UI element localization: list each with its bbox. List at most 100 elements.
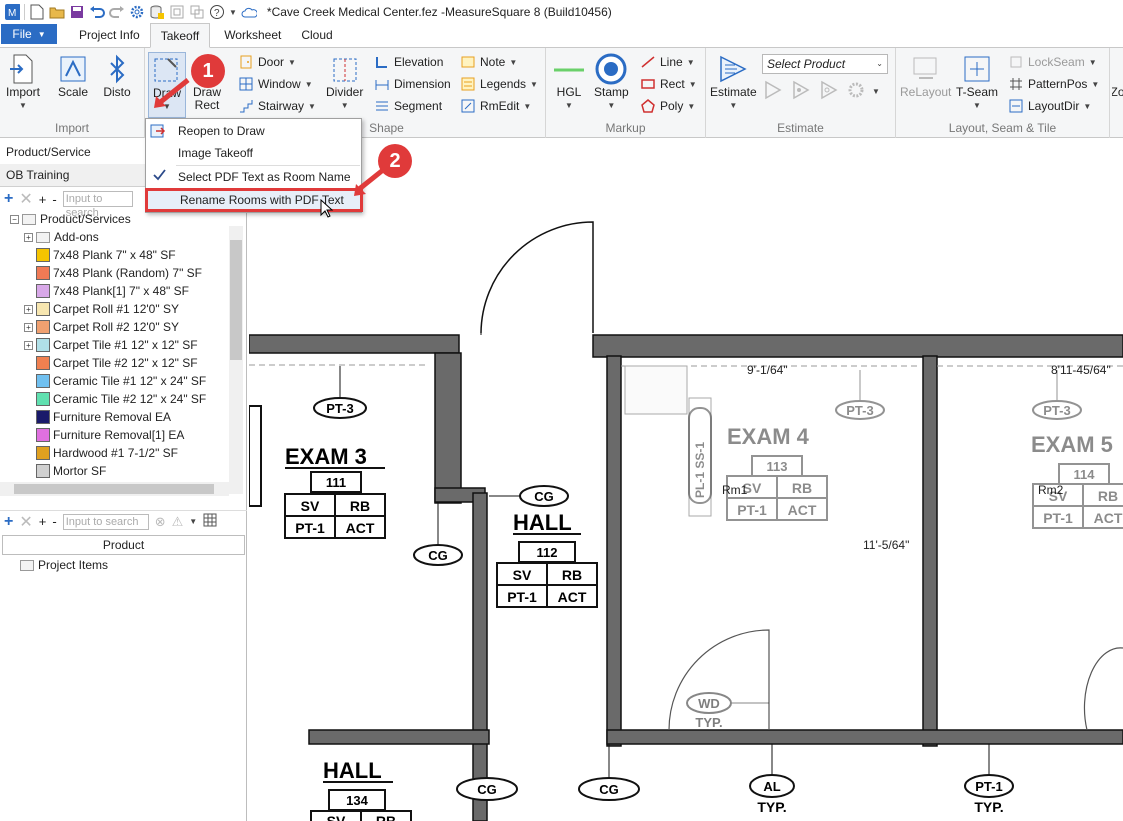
delete-icon[interactable]: ✕ — [19, 189, 32, 209]
door-button[interactable]: Door ▼ — [238, 52, 296, 72]
play-eye-icon[interactable] — [790, 80, 812, 103]
project-items-node[interactable]: Project Items — [20, 556, 108, 574]
expand-icon[interactable]: + — [24, 322, 33, 332]
line-button[interactable]: Line ▼ — [640, 52, 695, 72]
tree-item[interactable]: Carpet Tile #2 12" x 12" SF — [0, 354, 230, 372]
open-folder-icon[interactable] — [49, 4, 65, 20]
tab-cloud[interactable]: Cloud — [291, 23, 342, 47]
help-dropdown-icon[interactable]: ▼ — [229, 8, 237, 17]
scrollbar-thumb[interactable] — [14, 484, 214, 494]
database-icon[interactable] — [149, 4, 165, 20]
tree-item-label: Carpet Roll #1 12'0" SY — [53, 302, 179, 316]
tree-item[interactable]: 7x48 Plank[1] 7" x 48" SF — [0, 282, 230, 300]
import-button[interactable]: Import ▼ — [6, 52, 40, 112]
product-column-header[interactable]: Product — [2, 535, 245, 555]
stamp-icon — [594, 52, 628, 86]
collapse-icon[interactable]: − — [10, 214, 19, 224]
menu-item-select-pdf-text[interactable]: Select PDF Text as Room Name — [146, 166, 361, 188]
menu-item-image-takeoff[interactable]: Image Takeoff — [146, 142, 361, 164]
tree-item[interactable]: + Carpet Roll #2 12'0" SY — [0, 318, 230, 336]
note-button[interactable]: Note ▼ — [460, 52, 517, 72]
chevron-down-icon[interactable]: ▼ — [189, 517, 197, 526]
drawing-canvas[interactable]: 9'-1/64" 8'11-45/64" 11'-5/64" Rm1 Rm2 P… — [249, 138, 1123, 821]
collapse-icon[interactable]: - — [52, 514, 56, 529]
collapse-icon[interactable]: - — [52, 192, 56, 207]
rmedit-button[interactable]: RmEdit ▼ — [460, 96, 531, 116]
settings-gear-icon[interactable] — [846, 80, 866, 103]
select-product-dropdown[interactable]: Select Product ⌄ — [762, 54, 888, 74]
file-tab[interactable]: File ▼ — [1, 24, 57, 44]
tree-item[interactable]: Furniture Removal[1] EA — [0, 426, 230, 444]
clear-icon[interactable]: ⊗ — [155, 514, 166, 530]
tab-worksheet[interactable]: Worksheet — [214, 23, 291, 47]
tab-takeoff[interactable]: Takeoff — [149, 23, 211, 48]
estimate-button[interactable]: Estimate ▼ — [710, 52, 757, 112]
zoom-button[interactable]: Zo — [1112, 52, 1123, 99]
grid-icon[interactable] — [203, 513, 217, 530]
relayout-button[interactable]: ReLayout — [900, 52, 951, 99]
expand-icon[interactable]: + — [24, 340, 33, 350]
tree-item[interactable]: Hardwood #1 7-1/2" SF — [0, 444, 230, 462]
stamp-button[interactable]: Stamp ▼ — [594, 52, 629, 112]
hgl-button[interactable]: HGL ▼ — [552, 52, 586, 112]
stairway-button[interactable]: Stairway ▼ — [238, 96, 316, 116]
cloud-icon[interactable] — [241, 4, 257, 20]
tree-item[interactable]: 7x48 Plank (Random) 7" SF — [0, 264, 230, 282]
patternpos-button[interactable]: PatternPos ▼ — [1008, 74, 1099, 94]
poly-button[interactable]: Poly ▼ — [640, 96, 695, 116]
play-icon[interactable] — [762, 80, 784, 103]
tree-item[interactable]: 7x48 Plank 7" x 48" SF — [0, 246, 230, 264]
scrollbar-thumb[interactable] — [230, 240, 242, 360]
chevron-down-icon: ▼ — [288, 57, 296, 67]
window-button[interactable]: Window ▼ — [238, 74, 313, 94]
layoutdir-button[interactable]: LayoutDir ▼ — [1008, 96, 1091, 116]
expand-icon[interactable]: + — [24, 304, 33, 314]
frame-icon[interactable] — [169, 4, 185, 20]
tree-horizontal-scrollbar[interactable] — [0, 482, 229, 496]
expand-icon[interactable]: + — [39, 192, 47, 207]
scale-button[interactable]: Scale — [56, 52, 90, 99]
hgl-label: HGL — [556, 85, 582, 99]
tseam-button[interactable]: T-Seam ▼ — [956, 52, 998, 112]
help-icon[interactable]: ? — [209, 4, 225, 20]
elevation-button[interactable]: Elevation — [374, 52, 443, 72]
play-gear-icon[interactable] — [818, 80, 840, 103]
tree-search-input[interactable]: Input to search — [62, 191, 133, 219]
lockseam-button[interactable]: LockSeam ▼ — [1008, 52, 1097, 72]
warning-icon[interactable]: ⚠ — [172, 514, 184, 530]
tree-vertical-scrollbar[interactable] — [229, 226, 243, 494]
gear-icon[interactable] — [129, 4, 145, 20]
dimension-button[interactable]: Dimension — [374, 74, 451, 94]
tree-item[interactable]: + Carpet Roll #1 12'0" SY — [0, 300, 230, 318]
tree-item[interactable]: + Carpet Tile #1 12" x 12" SF — [0, 336, 230, 354]
add-icon[interactable]: + — [4, 513, 13, 531]
room-title: EXAM 4 — [727, 424, 810, 449]
tab-project-info[interactable]: Project Info — [69, 23, 150, 47]
chevron-down-icon[interactable]: ▼ — [872, 87, 880, 96]
rect-button[interactable]: Rect ▼ — [640, 74, 697, 94]
estimate-group: Estimate ▼ Select Product ⌄ ▼ Estimate — [706, 48, 896, 138]
menu-item-reopen-to-draw[interactable]: Reopen to Draw — [146, 120, 361, 142]
tag-text: CG — [428, 548, 448, 563]
redo-icon[interactable] — [109, 4, 125, 20]
disto-button[interactable]: Disto — [100, 52, 134, 99]
segment-button[interactable]: Segment — [374, 96, 442, 116]
tree-item[interactable]: Ceramic Tile #2 12" x 24" SF — [0, 390, 230, 408]
room-code: PT-1 — [295, 520, 325, 536]
add-icon[interactable]: + — [4, 190, 13, 208]
app-logo-icon[interactable]: M — [4, 4, 20, 20]
divider-button[interactable]: Divider ▼ — [326, 52, 363, 112]
expand-icon[interactable]: + — [39, 514, 47, 529]
legends-button[interactable]: Legends ▼ — [460, 74, 538, 94]
copy-icon[interactable] — [189, 4, 205, 20]
undo-icon[interactable] — [89, 4, 105, 20]
new-file-icon[interactable] — [29, 4, 45, 20]
tree-item[interactable]: + Add-ons — [0, 228, 230, 246]
tree-item[interactable]: Furniture Removal EA — [0, 408, 230, 426]
product-search-input[interactable]: Input to search — [62, 513, 149, 530]
expand-icon[interactable]: + — [24, 232, 33, 242]
save-icon[interactable] — [69, 4, 85, 20]
delete-icon[interactable]: ✕ — [19, 512, 32, 532]
tree-item[interactable]: Ceramic Tile #1 12" x 24" SF — [0, 372, 230, 390]
tree-item[interactable]: Mortor SF — [0, 462, 230, 480]
